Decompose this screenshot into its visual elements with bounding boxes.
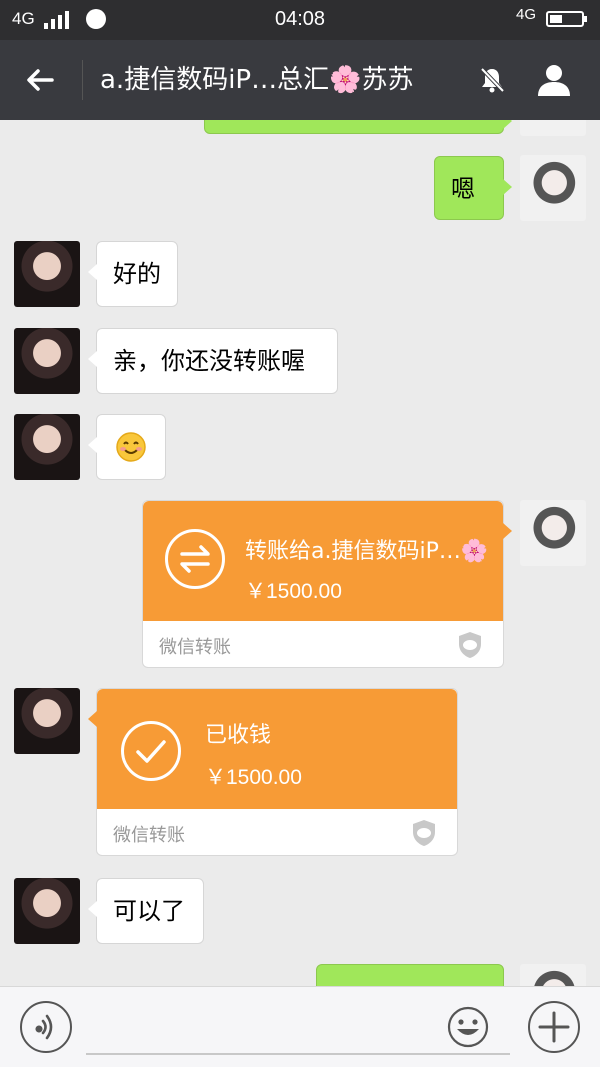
bubble-tail <box>503 523 512 539</box>
checkmark-icon <box>121 721 181 781</box>
transfer-footer: 微信转账 <box>97 809 457 855</box>
avatar-contact[interactable] <box>14 878 80 944</box>
transfer-card-sent[interactable]: 转账给a.捷信数码iP…🌸 ￥1500.00 微信转账 <box>142 500 512 668</box>
avatar-self[interactable] <box>520 964 586 986</box>
transfer-amount: ￥1500.00 <box>205 766 302 789</box>
transfer-footer: 微信转账 <box>143 621 503 667</box>
message-bubble[interactable]: 嗯 <box>434 156 512 220</box>
transfer-title: 转账给a.捷信数码iP…🌸 <box>245 539 489 564</box>
transfer-title: 已收钱 <box>205 723 272 748</box>
bubble-tail <box>88 711 97 727</box>
avatar-contact[interactable] <box>14 688 80 754</box>
voice-input-button[interactable] <box>20 1001 72 1053</box>
transfer-source-label: 微信转账 <box>159 637 231 658</box>
message-text: 可以了 <box>113 897 185 925</box>
voice-icon <box>35 1014 53 1040</box>
battery-icon <box>546 11 587 27</box>
chat-area[interactable]: 嗯 好的 亲，你还没转账喔 转账给a.捷信数码iP…🌸 ￥1500.00 微信转… <box>0 120 600 986</box>
transfer-card-header: 已收钱 ￥1500.00 <box>97 689 457 809</box>
transfer-amount: ￥1500.00 <box>245 580 342 603</box>
chat-title: a.捷信数码iP…总汇🌸苏苏 <box>100 65 414 95</box>
transfer-arrows-icon <box>165 529 225 589</box>
input-bar <box>0 986 600 1067</box>
avatar-self[interactable] <box>520 155 586 221</box>
network-label: 4G <box>515 6 536 23</box>
message-text: 嗯 <box>451 175 475 203</box>
avatar-contact[interactable] <box>14 241 80 307</box>
plus-icon <box>538 1011 570 1043</box>
transfer-card-header: 转账给a.捷信数码iP…🌸 ￥1500.00 <box>143 501 503 621</box>
message-bubble[interactable]: 可以了 <box>88 878 204 944</box>
wechat-shield-icon <box>459 632 481 658</box>
profile-icon[interactable] <box>534 60 574 100</box>
message-bubble[interactable] <box>88 414 166 480</box>
avatar-contact[interactable] <box>14 328 80 394</box>
header-divider <box>82 60 83 100</box>
message-bubble[interactable]: 好的 <box>88 241 178 307</box>
clock: 04:08 <box>274 8 326 30</box>
message-bubble-partial[interactable] <box>316 964 504 986</box>
transfer-card-received[interactable]: 已收钱 ￥1500.00 微信转账 <box>88 688 458 856</box>
status-bar: 4G 04:08 4G <box>0 0 600 40</box>
avatar-self[interactable] <box>520 500 586 566</box>
smile-emoji-icon <box>116 432 146 462</box>
avatar-contact[interactable] <box>14 414 80 480</box>
message-bubble-partial[interactable] <box>204 120 512 134</box>
back-arrow-icon[interactable] <box>22 62 58 98</box>
message-text: 亲，你还没转账喔 <box>113 347 305 375</box>
wechat-shield-icon <box>413 820 435 846</box>
mute-bell-icon <box>480 67 505 93</box>
message-text: 好的 <box>113 260 161 288</box>
emoji-button-icon[interactable] <box>446 1005 490 1049</box>
message-bubble[interactable]: 亲，你还没转账喔 <box>88 328 338 394</box>
chat-header: a.捷信数码iP…总汇🌸苏苏 <box>0 40 600 120</box>
more-options-button[interactable] <box>528 1001 580 1053</box>
avatar-self[interactable] <box>520 120 586 136</box>
transfer-source-label: 微信转账 <box>113 825 185 846</box>
